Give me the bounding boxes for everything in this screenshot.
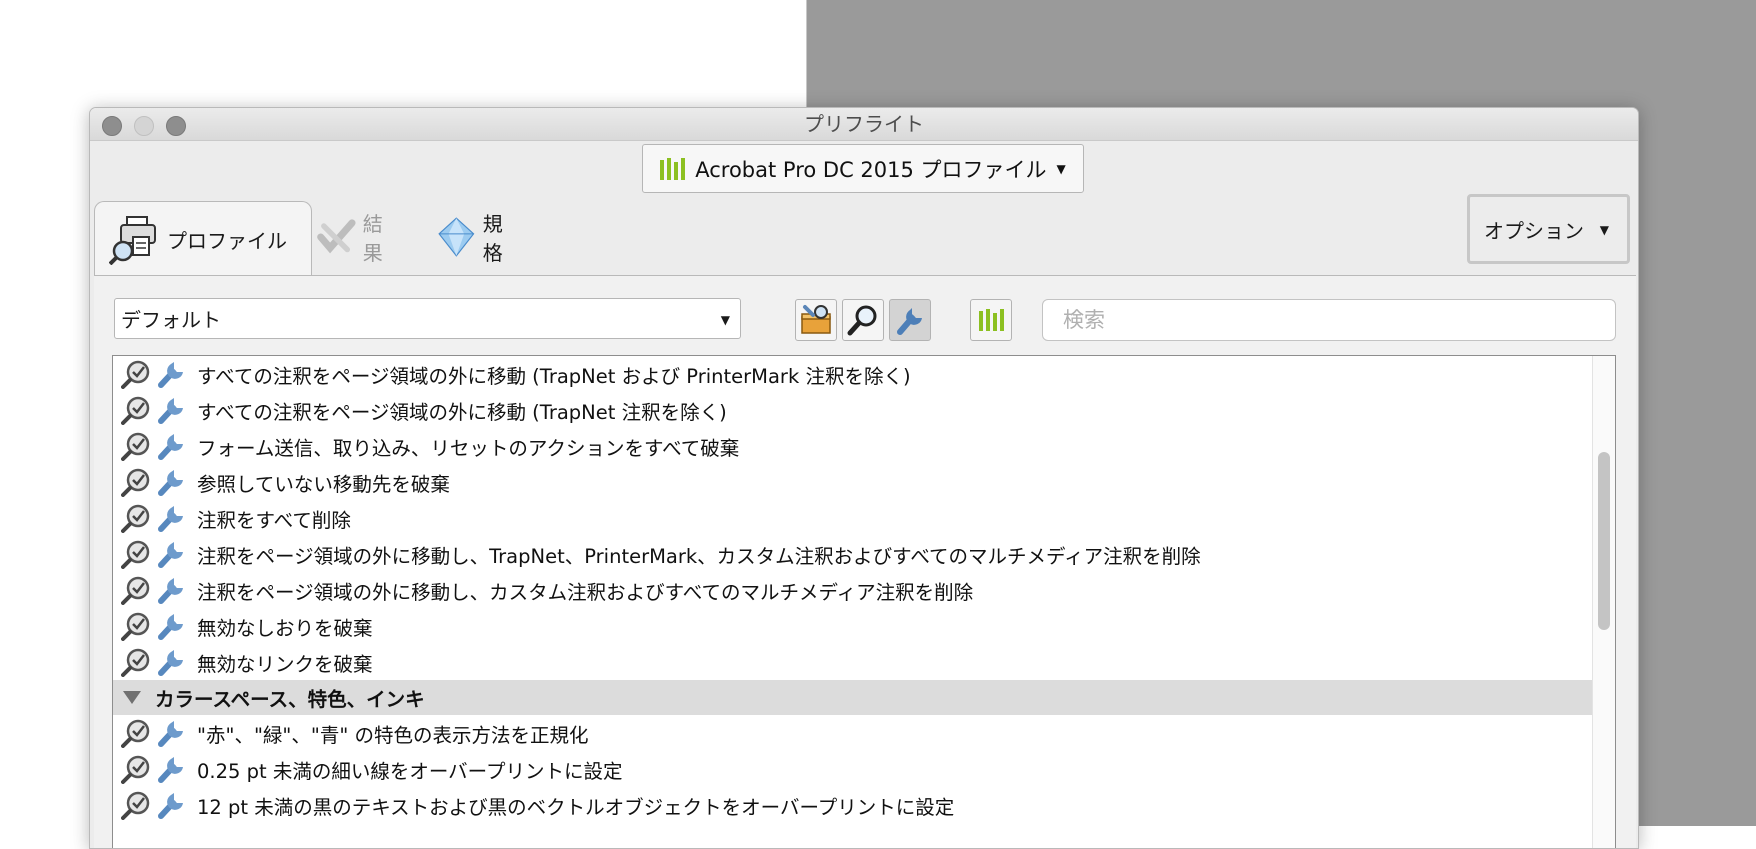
list-scrollbar[interactable]: [1592, 356, 1615, 848]
fixup-list: すべての注釈をページ領域の外に移動 (TrapNet および PrinterMa…: [112, 355, 1616, 848]
category-select[interactable]: デフォルト ▼: [114, 298, 741, 339]
fixup-wrench-icon: [158, 721, 183, 747]
check-magnifier-icon: [121, 791, 150, 820]
profile-library-button[interactable]: [970, 299, 1012, 341]
fixup-wrench-icon: [158, 578, 183, 604]
profiles-panel: デフォルト ▼ 検索 すべての注釈をページ領域の外に移動 (TrapNet およ…: [94, 275, 1636, 848]
check-magnifier-icon: [121, 648, 150, 677]
category-select-value: デフォルト: [121, 308, 221, 332]
fixup-list-item[interactable]: 12 pt 未満の黒のテキストおよび黒のベクトルオブジェクトをオーバープリントに…: [113, 787, 1615, 823]
chevron-down-icon: ▼: [1599, 223, 1609, 237]
tab-results-label: 結果: [362, 212, 383, 265]
profile-set-dropdown[interactable]: Acrobat Pro DC 2015 プロファイル ▼: [642, 144, 1084, 193]
library-bars-icon: [978, 309, 1004, 331]
section-label: カラースペース、特色、インキ: [155, 688, 425, 711]
options-label: オプション: [1484, 218, 1584, 243]
scrollbar-thumb[interactable]: [1598, 452, 1610, 630]
printer-magnifier-icon: [109, 216, 156, 265]
fixup-label: すべての注釈をページ領域の外に移動 (TrapNet 注釈を除く): [197, 400, 727, 424]
check-magnifier-icon: [121, 612, 150, 641]
fixup-label: 参照していない移動先を破棄: [197, 472, 450, 496]
fixup-list-item[interactable]: すべての注釈をページ領域の外に移動 (TrapNet 注釈を除く): [113, 392, 1615, 428]
fixup-wrench-icon: [158, 434, 183, 460]
check-magnifier-icon: [121, 755, 150, 784]
check-magnifier-icon: [121, 432, 150, 461]
fixup-list-item[interactable]: 注釈をページ領域の外に移動し、TrapNet、PrinterMark、カスタム注…: [113, 536, 1615, 572]
fixup-list-item[interactable]: 無効なリンクを破棄: [113, 644, 1615, 680]
check-magnifier-icon: [121, 396, 150, 425]
zoom-window-button[interactable]: [166, 116, 186, 136]
toolbox-icon: [801, 305, 831, 334]
fixup-wrench-icon: [158, 470, 183, 496]
section-header-color-spaces[interactable]: カラースペース、特色、インキ: [113, 680, 1615, 715]
fixup-list-item[interactable]: 参照していない移動先を破棄: [113, 464, 1615, 500]
fixup-wrench-icon: [158, 398, 183, 424]
profile-set-label: Acrobat Pro DC 2015 プロファイル: [695, 157, 1047, 182]
fixup-list-item[interactable]: 注釈をすべて削除: [113, 500, 1615, 536]
profile-library-icon: [660, 157, 686, 180]
fixup-label: フォーム送信、取り込み、リセットのアクションをすべて破棄: [197, 436, 740, 460]
fixup-list-item[interactable]: すべての注釈をページ領域の外に移動 (TrapNet および PrinterMa…: [113, 356, 1615, 392]
chevron-down-icon: ▼: [1056, 161, 1066, 176]
check-magnifier-icon: [121, 719, 150, 748]
minimize-window-button[interactable]: [134, 116, 154, 136]
show-all-button[interactable]: [795, 299, 837, 341]
wrench-icon: [897, 308, 922, 335]
options-dropdown-button[interactable]: オプション ▼: [1467, 194, 1630, 264]
close-window-button[interactable]: [102, 116, 122, 136]
fixup-wrench-icon: [158, 614, 183, 640]
fixup-wrench-icon: [158, 650, 183, 676]
disclosure-triangle-icon[interactable]: [123, 691, 141, 704]
check-magnifier-icon: [121, 576, 150, 605]
fixup-wrench-icon: [158, 506, 183, 532]
magnifier-icon: [847, 305, 877, 336]
preflight-window: プリフライト Acrobat Pro DC 2015 プロファイル ▼ プロファ…: [89, 107, 1639, 849]
fixup-wrench-icon: [158, 793, 183, 819]
tab-results[interactable]: 結果: [316, 201, 394, 273]
fixup-wrench-icon: [158, 362, 183, 388]
show-checks-button[interactable]: [842, 299, 884, 341]
tab-profiles[interactable]: プロファイル: [94, 201, 312, 276]
fixup-label: 注釈をページ領域の外に移動し、TrapNet、PrinterMark、カスタム注…: [197, 544, 1201, 568]
tab-profiles-label: プロファイル: [167, 228, 287, 253]
fixup-label: 0.25 pt 未満の細い線をオーバープリントに設定: [197, 759, 623, 783]
search-input[interactable]: 検索: [1042, 299, 1616, 341]
check-magnifier-icon: [121, 468, 150, 497]
fixup-wrench-icon: [158, 542, 183, 568]
fixup-label: 無効なリンクを破棄: [197, 652, 373, 676]
tab-standards[interactable]: 規格: [436, 201, 514, 273]
title-bar: プリフライト: [90, 108, 1638, 141]
fixup-list-item[interactable]: "赤"、"緑"、"青" の特色の表示方法を正規化: [113, 715, 1615, 751]
fixup-label: "赤"、"緑"、"青" の特色の表示方法を正規化: [197, 723, 589, 747]
chevron-down-icon: ▼: [720, 313, 730, 327]
check-magnifier-icon: [121, 360, 150, 389]
check-magnifier-icon: [121, 540, 150, 569]
show-fixups-button[interactable]: [889, 299, 931, 341]
results-checkmark-icon: [317, 219, 356, 254]
fixup-label: 注釈をすべて削除: [197, 508, 351, 532]
check-magnifier-icon: [121, 504, 150, 533]
window-title: プリフライト: [804, 112, 924, 136]
tab-standards-label: 規格: [482, 212, 503, 265]
fixup-label: すべての注釈をページ領域の外に移動 (TrapNet および PrinterMa…: [197, 364, 911, 388]
fixup-wrench-icon: [158, 757, 183, 783]
fixup-list-item[interactable]: 無効なしおりを破棄: [113, 608, 1615, 644]
standards-diamond-icon: [438, 217, 475, 257]
fixup-list-item[interactable]: 注釈をページ領域の外に移動し、カスタム注釈およびすべてのマルチメディア注釈を削除: [113, 572, 1615, 608]
search-placeholder: 検索: [1063, 308, 1105, 332]
fixup-label: 注釈をページ領域の外に移動し、カスタム注釈およびすべてのマルチメディア注釈を削除: [197, 580, 974, 604]
fixup-list-item[interactable]: フォーム送信、取り込み、リセットのアクションをすべて破棄: [113, 428, 1615, 464]
fixup-label: 12 pt 未満の黒のテキストおよび黒のベクトルオブジェクトをオーバープリントに…: [197, 795, 955, 819]
fixup-list-item[interactable]: 0.25 pt 未満の細い線をオーバープリントに設定: [113, 751, 1615, 787]
fixup-label: 無効なしおりを破棄: [197, 616, 373, 640]
